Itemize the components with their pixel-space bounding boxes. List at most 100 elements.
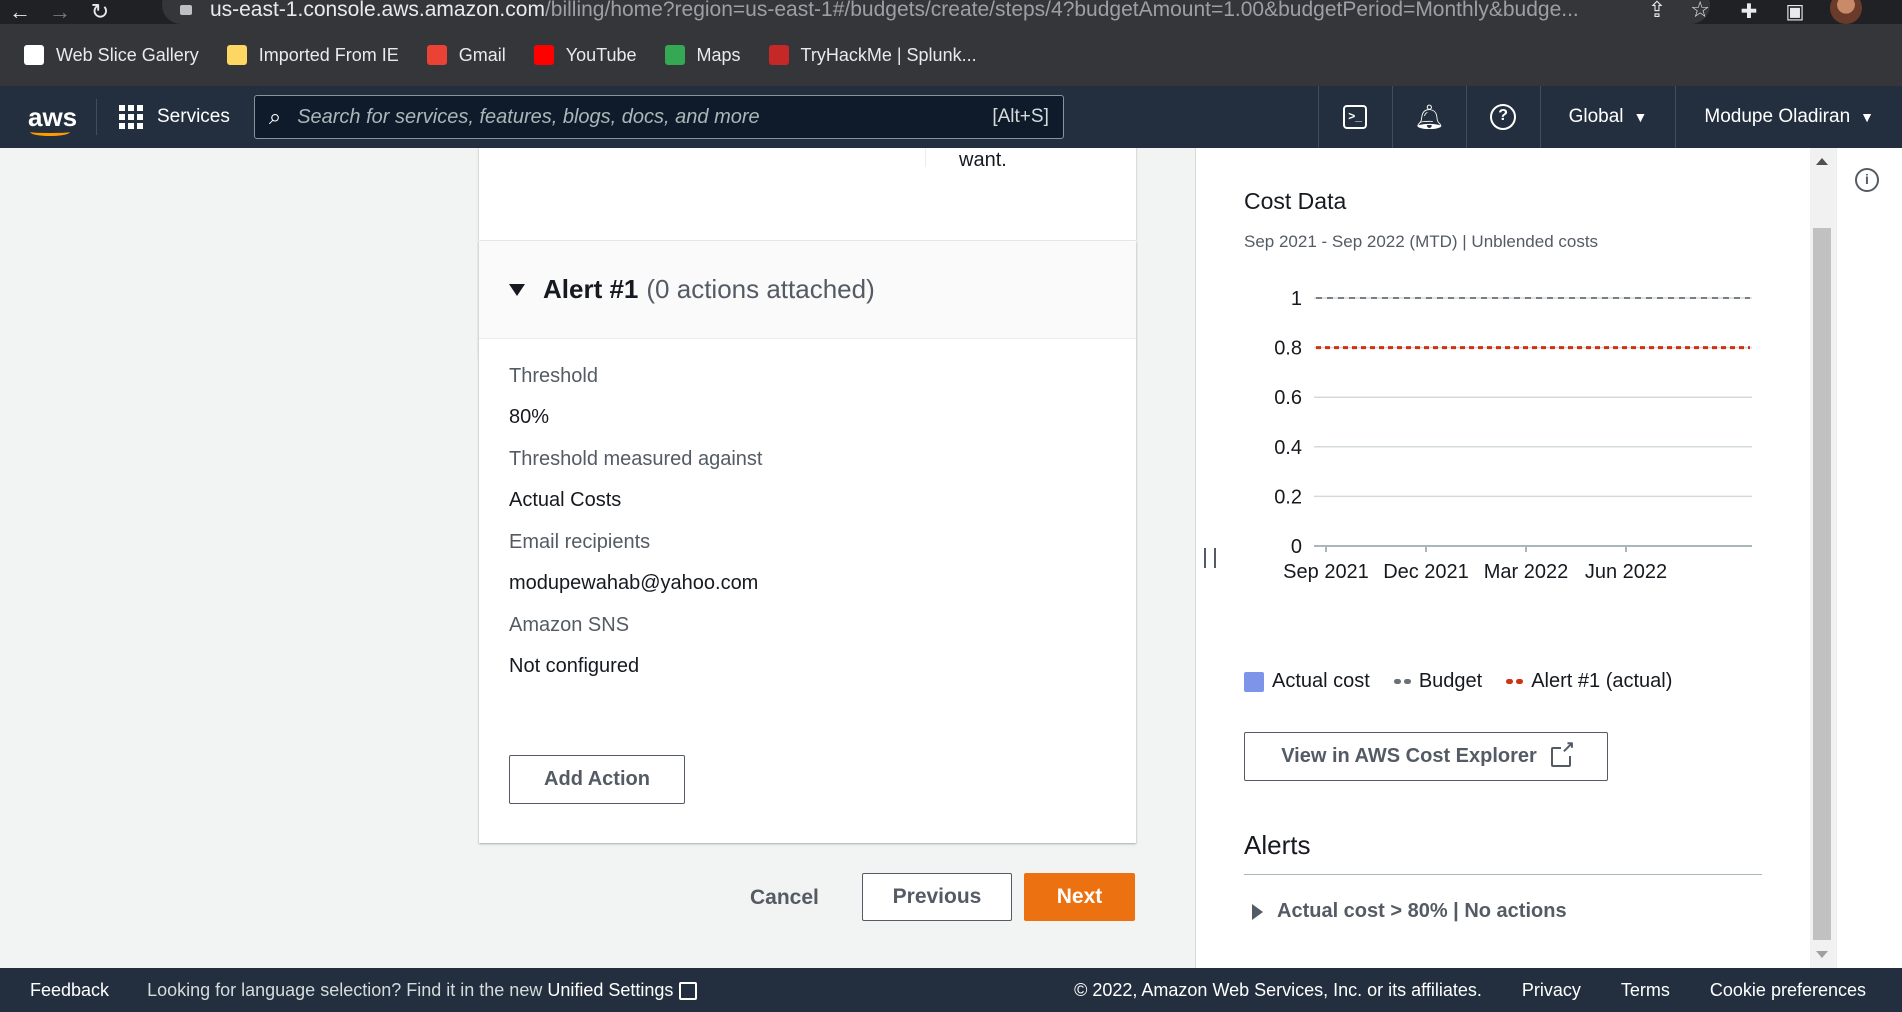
external-link-icon	[1550, 739, 1575, 767]
aws-smile-icon	[30, 128, 70, 136]
url-text: us-east-1.console.aws.amazon.com/billing…	[209, 0, 1579, 21]
y-tick-label: 0.4	[1274, 437, 1302, 459]
bookmark-label: Imported From IE	[258, 44, 399, 65]
services-label: Services	[157, 106, 230, 127]
sns-field: Amazon SNS Not configured	[509, 614, 639, 678]
cost-data-title: Cost Data	[1244, 188, 1347, 214]
resize-grip-icon[interactable]	[1204, 548, 1216, 568]
user-name: Modupe Oladiran	[1704, 106, 1851, 127]
side-panel-icon[interactable]: ▣	[1784, 1, 1806, 23]
forward-icon[interactable]: →	[40, 0, 80, 24]
bookmark-gmail[interactable]: Gmail	[426, 45, 506, 66]
legend-label: Budget	[1418, 670, 1483, 692]
legend-label: Alert #1 (actual)	[1531, 670, 1673, 692]
help-icon: ?	[1490, 104, 1517, 130]
folder-icon	[226, 45, 247, 65]
legend-label: Actual cost	[1272, 670, 1370, 692]
scroll-down-icon[interactable]	[1816, 951, 1828, 958]
maps-icon	[664, 45, 685, 65]
y-tick-label: 0.2	[1274, 486, 1302, 508]
cloudshell-button[interactable]: >_	[1317, 86, 1392, 148]
bookmark-web-slice-gallery[interactable]: Web Slice Gallery	[24, 45, 199, 66]
caret-down-icon: ▼	[1633, 109, 1648, 125]
alert-actions-count: (0 actions attached)	[646, 274, 875, 304]
region-label: Global	[1568, 106, 1624, 127]
y-tick-label: 0.6	[1274, 387, 1302, 409]
alert-summary-text: Actual cost > 80% | No actions	[1277, 900, 1567, 922]
measured-value: Actual Costs	[509, 489, 622, 511]
legend-budget[interactable]: Budget	[1393, 670, 1483, 693]
cancel-button[interactable]: Cancel	[740, 873, 829, 923]
column-divider	[925, 148, 926, 167]
alerts-divider	[1244, 874, 1762, 875]
alert-summary-expander[interactable]: Actual cost > 80% | No actions	[1252, 900, 1567, 923]
main-content: want. Alert #1 (0 actions attached) Thre…	[0, 148, 1902, 968]
aws-logo[interactable]: aws	[28, 102, 77, 136]
previous-button[interactable]: Previous	[862, 873, 1012, 921]
email-value: modupewahab@yahoo.com	[509, 572, 759, 594]
profile-avatar[interactable]	[1830, 0, 1862, 24]
panel-scrollbar[interactable]	[1810, 148, 1834, 968]
legend-actual-cost[interactable]: Actual cost	[1244, 670, 1370, 693]
notifications-button[interactable]: 🔔︎	[1391, 86, 1466, 148]
threshold-value: 80%	[509, 406, 550, 428]
reload-icon[interactable]: ↻	[80, 0, 120, 24]
terms-link[interactable]: Terms	[1621, 980, 1670, 1001]
alert-card: Alert #1 (0 actions attached) Threshold …	[479, 241, 1136, 843]
info-icon[interactable]: i	[1855, 168, 1879, 192]
unified-settings-link[interactable]: Unified Settings	[547, 980, 673, 1000]
cloud-icon	[768, 45, 789, 65]
alert-header-toggle[interactable]: Alert #1 (0 actions attached)	[479, 241, 1136, 339]
email-recipients-field: Email recipients modupewahab@yahoo.com	[509, 531, 758, 595]
legend-swatch-actual	[1244, 671, 1264, 692]
scroll-thumb[interactable]	[1813, 228, 1831, 940]
grid-icon	[119, 105, 143, 129]
gmail-icon	[426, 45, 447, 65]
bookmark-maps[interactable]: Maps	[664, 44, 741, 66]
bookmark-youtube[interactable]: YouTube	[533, 44, 637, 66]
scroll-up-icon[interactable]	[1816, 158, 1828, 165]
y-tick-label: 1	[1291, 288, 1302, 310]
nav-divider	[96, 99, 97, 135]
alert-title: Alert #1	[543, 274, 639, 304]
legend-alert[interactable]: Alert #1 (actual)	[1506, 670, 1672, 693]
copyright-text: © 2022, Amazon Web Services, Inc. or its…	[1074, 979, 1482, 1000]
bookmark-label: Maps	[696, 44, 741, 65]
search-box[interactable]: ⌕ [Alt+S]	[253, 95, 1064, 139]
share-icon[interactable]: ⇪	[1648, 0, 1666, 23]
console-footer: Feedback Looking for language selection?…	[0, 968, 1902, 1012]
services-menu-button[interactable]: Services	[119, 105, 230, 129]
bookmark-label: YouTube	[565, 44, 637, 65]
email-label: Email recipients	[509, 531, 651, 553]
search-icon: ⌕	[268, 104, 282, 129]
aws-top-nav: aws Services ⌕ [Alt+S] >_ 🔔︎ ? Global ▼ M…	[0, 86, 1902, 148]
cost-data-subtitle: Sep 2021 - Sep 2022 (MTD) | Unblended co…	[1244, 232, 1599, 251]
explorer-button-label: View in AWS Cost Explorer	[1281, 745, 1537, 767]
help-button[interactable]: ?	[1465, 86, 1540, 148]
legend-swatch-budget	[1393, 679, 1411, 684]
add-action-button[interactable]: Add Action	[509, 755, 685, 804]
cookie-preferences-link[interactable]: Cookie preferences	[1710, 980, 1866, 1001]
next-button[interactable]: Next	[1024, 873, 1135, 921]
bookmark-imported-from-ie[interactable]: Imported From IE	[226, 44, 399, 66]
search-input[interactable]	[297, 105, 993, 129]
caret-right-icon	[1252, 903, 1263, 920]
privacy-link[interactable]: Privacy	[1522, 980, 1581, 1001]
bookmark-tryhackme[interactable]: TryHackMe | Splunk...	[768, 45, 977, 66]
back-icon[interactable]: ←	[0, 0, 40, 24]
language-notice-text: Looking for language selection? Find it …	[147, 979, 543, 1000]
region-selector[interactable]: Global ▼	[1539, 86, 1676, 148]
language-notice: Looking for language selection? Find it …	[147, 979, 698, 1001]
extensions-icon[interactable]: ✚	[1738, 1, 1760, 23]
youtube-icon	[533, 45, 554, 65]
view-cost-explorer-button[interactable]: View in AWS Cost Explorer	[1244, 732, 1608, 781]
account-menu[interactable]: Modupe Oladiran ▼	[1675, 86, 1902, 148]
measured-against-field: Threshold measured against Actual Costs	[509, 448, 762, 512]
caret-down-icon: ▼	[1860, 109, 1874, 125]
wizard-actions: Cancel Previous Next	[0, 873, 1136, 923]
bookmark-star-icon[interactable]: ☆	[1690, 0, 1710, 23]
address-bar[interactable]: us-east-1.console.aws.amazon.com/billing…	[162, 0, 1710, 24]
legend-swatch-alert	[1506, 679, 1524, 684]
cost-side-panel: Cost Data Sep 2021 - Sep 2022 (MTD) | Un…	[1196, 148, 1810, 968]
feedback-link[interactable]: Feedback	[30, 980, 109, 1001]
